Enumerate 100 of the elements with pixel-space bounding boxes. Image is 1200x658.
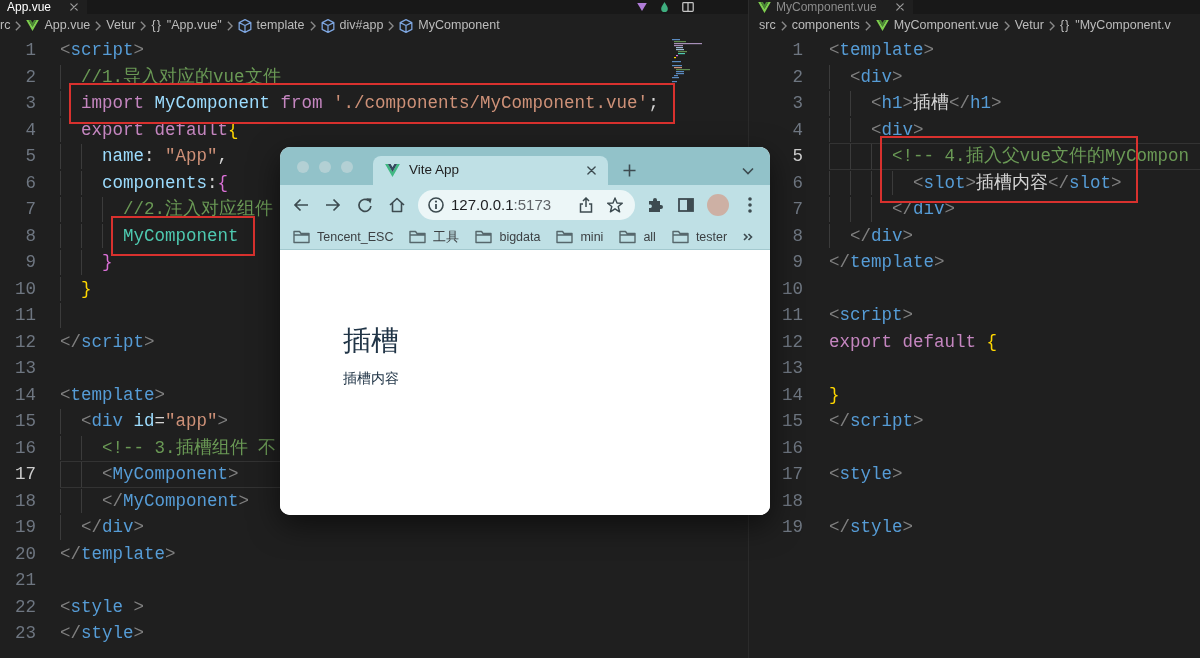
line-number: 13 (781, 357, 803, 380)
bookmark-item[interactable]: Tencent_ESC (293, 227, 394, 247)
line-number: 8 (791, 224, 803, 248)
code-line: </style> (829, 516, 914, 539)
code-line: } (81, 277, 92, 301)
folder-icon (293, 230, 310, 244)
triangle-icon[interactable] (637, 3, 647, 11)
breadcrumb-item[interactable]: template (256, 16, 305, 35)
code-line: export default { (829, 330, 998, 354)
chevron-right-icon (1003, 20, 1010, 31)
line-number: 6 (24, 171, 36, 195)
line-number: 7 (791, 198, 803, 221)
home-icon[interactable] (389, 197, 405, 213)
browser-tab[interactable]: Vite App (373, 156, 608, 185)
info-icon[interactable] (428, 197, 444, 213)
chevron-right-icon (1048, 20, 1055, 31)
breadcrumb-item[interactable]: "App.vue" (166, 16, 222, 35)
line-number: 1 (791, 39, 803, 62)
star-icon[interactable] (607, 197, 623, 213)
code-line: </script> (829, 410, 924, 433)
v-logo-icon (875, 20, 889, 31)
breadcrumb-item[interactable]: Vetur (1014, 16, 1044, 35)
breadcrumb-item[interactable]: MyComponent (418, 16, 500, 35)
code-line: import MyComponent from './components/MyComponent.vue'; (81, 92, 659, 115)
line-number: 20 (14, 542, 36, 566)
breadcrumb-item[interactable]: "MyComponent.v (1075, 16, 1171, 35)
line-number: 4 (791, 118, 803, 142)
code-line: <slot>插槽内容</slot> (913, 171, 1122, 195)
line-number: 1 (24, 39, 36, 62)
reload-icon[interactable] (357, 197, 373, 213)
code-line: <!-- 3.插槽组件 不 (102, 436, 276, 460)
code-line: <div id="app"> (81, 410, 229, 433)
share-icon[interactable] (579, 197, 593, 213)
folder-icon (619, 230, 637, 244)
close-icon[interactable] (587, 166, 596, 175)
puzzle-icon[interactable] (647, 197, 663, 213)
chevron-right-icon (388, 20, 395, 31)
line-number: 14 (781, 383, 803, 407)
folder-icon (556, 230, 574, 244)
split-editor-icon[interactable] (682, 2, 694, 12)
line-number: 6 (791, 171, 803, 195)
code-line: <template> (60, 383, 166, 407)
breadcrumb-item[interactable]: components (791, 16, 860, 35)
code-line: } (829, 383, 840, 407)
code-line: </template> (829, 251, 945, 274)
line-number: 3 (791, 92, 803, 115)
breadcrumb-item[interactable]: App.vue (44, 16, 91, 35)
chevron-down-icon[interactable] (742, 166, 754, 175)
bookmark-item[interactable]: bigdata (475, 227, 541, 247)
code-line: <MyComponent> (102, 463, 239, 486)
code-line: <style > (60, 595, 145, 619)
line-number: 5 (24, 145, 36, 168)
code-line: </script> (60, 330, 155, 354)
chevron-right-icon (140, 20, 147, 31)
code-line: <style> (829, 463, 903, 486)
line-number: 19 (14, 516, 36, 539)
side-panel-icon[interactable] (678, 198, 694, 212)
double-chevron-icon[interactable] (743, 233, 754, 241)
line-number: 15 (781, 410, 803, 433)
bookmark-item[interactable]: tester (671, 227, 728, 247)
editor-tab[interactable]: MyComponent.vue (749, 0, 913, 14)
v-logo-icon (26, 20, 40, 31)
new-tab-icon[interactable] (623, 164, 636, 177)
line-number: 14 (14, 383, 36, 407)
bookmark-item[interactable]: 工具 (409, 227, 460, 247)
line-number: 12 (781, 330, 803, 354)
line-number: 4 (24, 118, 36, 142)
code-line: <h1>插槽</h1> (871, 92, 1002, 115)
code-line: </div> (81, 516, 145, 539)
chevron-right-icon (864, 20, 871, 31)
code-line: name: "App", (102, 145, 229, 168)
forward-arrow-icon[interactable] (325, 198, 341, 212)
line-number: 18 (14, 489, 36, 513)
close-icon[interactable] (70, 3, 79, 11)
line-number: 19 (781, 516, 803, 539)
breadcrumb-item[interactable]: src (759, 16, 776, 35)
line-number: 2 (24, 65, 36, 89)
bookmark-item[interactable]: all (619, 227, 656, 247)
address-bar[interactable]: 127.0.0.1:5173 (418, 190, 635, 220)
breadcrumb-item[interactable]: rc (0, 16, 11, 35)
line-number: 11 (781, 304, 803, 327)
breadcrumb-item[interactable]: div#app (339, 16, 384, 35)
bookmark-item[interactable]: mini (556, 227, 604, 247)
breadcrumb-item[interactable]: Vetur (106, 16, 136, 35)
line-number: 5 (791, 145, 803, 168)
line-number: 11 (14, 304, 36, 327)
cube-icon (399, 18, 414, 33)
breadcrumb-item[interactable]: MyComponent.vue (893, 16, 999, 35)
close-icon[interactable] (895, 3, 904, 11)
line-number: 23 (14, 622, 36, 645)
more-vertical-icon[interactable] (748, 197, 752, 213)
v-logo-icon (758, 1, 771, 13)
code-line: } (102, 251, 113, 274)
chevron-right-icon (780, 20, 787, 31)
editor-tab[interactable]: App.vue (0, 0, 88, 14)
back-arrow-icon[interactable] (293, 198, 309, 212)
drop-icon[interactable] (661, 2, 668, 12)
line-number: 18 (781, 489, 803, 513)
code-line: <script> (60, 39, 145, 62)
minimap-drawing[interactable] (672, 39, 702, 83)
